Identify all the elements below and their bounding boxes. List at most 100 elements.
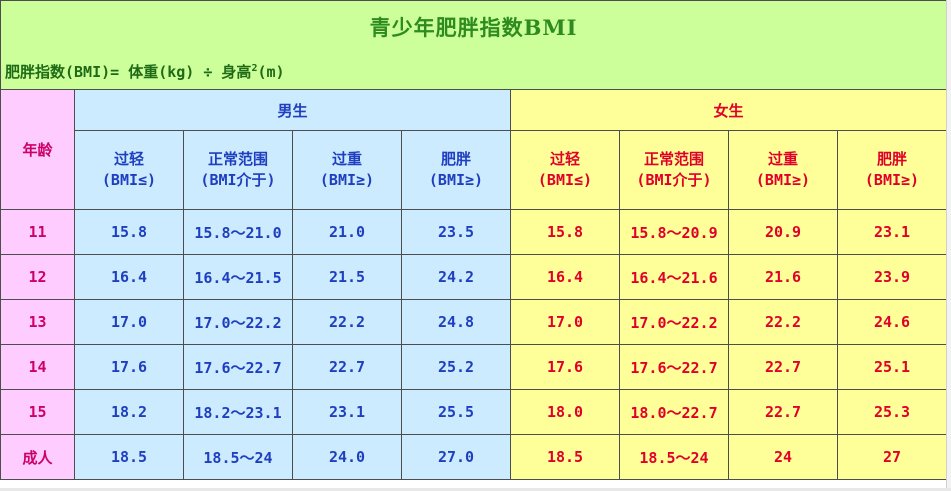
bmi-table: 青少年肥胖指数BMI 肥胖指数(BMI)= 体重(kg) ÷ 身高2(m) 年龄… [0, 0, 947, 480]
col-header-sub: (BMI介于) [636, 171, 712, 189]
table-row: 11 15.8 15.8～21.0 21.0 23.5 15.8 15.8～20.9 20.9… [0, 209, 947, 255]
col-header-sub: (BMI介于) [200, 171, 276, 189]
boy-value-cell[interactable]: 18.5～24 [183, 434, 293, 480]
column-header-row: 过轻 (BMI≤) 正常范围 (BMI介于) 过重 (BMI≥) 肥胖 (BMI≥) 过轻 (BM… [1, 130, 947, 210]
age-cell[interactable]: 15 [0, 389, 75, 435]
boy-value-cell[interactable]: 25.5 [401, 389, 511, 435]
boy-col-header[interactable]: 正常范围 (BMI介于) [183, 130, 293, 210]
girl-value-cell[interactable]: 22.7 [728, 389, 838, 435]
girl-value-cell[interactable]: 25.3 [837, 389, 947, 435]
girl-value-cell[interactable]: 17.0 [510, 299, 620, 345]
girl-value-cell[interactable]: 18.0～22.7 [619, 389, 729, 435]
col-header-sub: (BMI≤) [537, 171, 593, 189]
formula-main: 肥胖指数(BMI)= 体重(kg) ÷ 身高 [5, 62, 252, 81]
col-header-name: 过重 [767, 150, 798, 168]
col-header-name: 正常范围 [643, 150, 704, 168]
col-header-sub: (BMI≥) [755, 171, 811, 189]
girl-value-cell[interactable]: 16.4～21.6 [619, 254, 729, 300]
col-header-name: 肥胖 [876, 150, 907, 168]
girl-value-cell[interactable]: 17.6 [510, 344, 620, 390]
girl-group-header[interactable]: 女生 [510, 89, 947, 131]
boy-value-cell[interactable]: 17.0～22.2 [183, 299, 293, 345]
boy-value-cell[interactable]: 24.0 [292, 434, 402, 480]
girl-value-cell[interactable]: 18.0 [510, 389, 620, 435]
boy-value-cell[interactable]: 17.6 [74, 344, 184, 390]
boy-col-header[interactable]: 肥胖 (BMI≥) [401, 130, 511, 210]
age-cell[interactable]: 14 [0, 344, 75, 390]
col-header-sub: (BMI≥) [428, 171, 484, 189]
age-cell[interactable]: 11 [0, 209, 75, 255]
title-cell[interactable]: 青少年肥胖指数BMI [0, 0, 947, 53]
table-row: 15 18.2 18.2～23.1 23.1 25.5 18.0 18.0～22.7 22.7… [0, 389, 947, 435]
boy-value-cell[interactable]: 24.8 [401, 299, 511, 345]
girl-value-cell[interactable]: 23.9 [837, 254, 947, 300]
girl-value-cell[interactable]: 21.6 [728, 254, 838, 300]
formula-cell[interactable]: 肥胖指数(BMI)= 体重(kg) ÷ 身高2(m) [0, 53, 947, 90]
col-header-name: 肥胖 [440, 150, 471, 168]
boy-value-cell[interactable]: 23.5 [401, 209, 511, 255]
boy-value-cell[interactable]: 21.5 [292, 254, 402, 300]
boy-value-cell[interactable]: 16.4～21.5 [183, 254, 293, 300]
boy-col-header[interactable]: 过重 (BMI≥) [292, 130, 402, 210]
age-cell[interactable]: 13 [0, 299, 75, 345]
girl-value-cell[interactable]: 22.2 [728, 299, 838, 345]
boy-value-cell[interactable]: 18.5 [74, 434, 184, 480]
table-body: 11 15.8 15.8～21.0 21.0 23.5 15.8 15.8～20.9 20.9… [0, 209, 947, 480]
page-title: 青少年肥胖指数BMI [369, 15, 578, 40]
girl-value-cell[interactable]: 27 [837, 434, 947, 480]
girl-value-cell[interactable]: 22.7 [728, 344, 838, 390]
table-row: 成人 18.5 18.5～24 24.0 27.0 18.5 18.5～24 24 27 [0, 434, 947, 480]
girl-value-cell[interactable]: 15.8 [510, 209, 620, 255]
girl-value-cell[interactable]: 18.5～24 [619, 434, 729, 480]
boy-value-cell[interactable]: 17.0 [74, 299, 184, 345]
girl-col-header[interactable]: 正常范围 (BMI介于) [619, 130, 729, 210]
girl-value-cell[interactable]: 23.1 [837, 209, 947, 255]
group-header-row: 年龄 男生 女生 [0, 89, 947, 210]
vertical-scrollbar[interactable] [946, 0, 951, 491]
girl-col-header[interactable]: 肥胖 (BMI≥) [837, 130, 947, 210]
boy-value-cell[interactable]: 22.2 [292, 299, 402, 345]
girl-value-cell[interactable]: 20.9 [728, 209, 838, 255]
boy-group-header[interactable]: 男生 [74, 89, 511, 131]
boy-value-cell[interactable]: 18.2～23.1 [183, 389, 293, 435]
boy-value-cell[interactable]: 25.2 [401, 344, 511, 390]
girl-value-cell[interactable]: 25.1 [837, 344, 947, 390]
col-header-name: 过轻 [549, 150, 580, 168]
boy-value-cell[interactable]: 22.7 [292, 344, 402, 390]
girl-value-cell[interactable]: 17.0～22.2 [619, 299, 729, 345]
girl-value-cell[interactable]: 18.5 [510, 434, 620, 480]
boy-value-cell[interactable]: 21.0 [292, 209, 402, 255]
col-header-name: 正常范围 [207, 150, 268, 168]
table-row: 14 17.6 17.6～22.7 22.7 25.2 17.6 17.6～22.7 22.7… [0, 344, 947, 390]
spreadsheet: 青少年肥胖指数BMI 肥胖指数(BMI)= 体重(kg) ÷ 身高2(m) 年龄… [0, 0, 951, 491]
boy-value-cell[interactable]: 16.4 [74, 254, 184, 300]
boy-value-cell[interactable]: 24.2 [401, 254, 511, 300]
boy-value-cell[interactable]: 27.0 [401, 434, 511, 480]
girl-col-header[interactable]: 过轻 (BMI≤) [510, 130, 620, 210]
girl-value-cell[interactable]: 24.6 [837, 299, 947, 345]
girl-value-cell[interactable]: 24 [728, 434, 838, 480]
age-header[interactable]: 年龄 [0, 89, 75, 210]
col-header-sub: (BMI≤) [101, 171, 157, 189]
girl-value-cell[interactable]: 16.4 [510, 254, 620, 300]
formula-unit: (m) [257, 62, 285, 81]
table-row: 13 17.0 17.0～22.2 22.2 24.8 17.0 17.0～22.2 22.2… [0, 299, 947, 345]
girl-value-cell[interactable]: 17.6～22.7 [619, 344, 729, 390]
boy-value-cell[interactable]: 15.8 [74, 209, 184, 255]
boy-col-header[interactable]: 过轻 (BMI≤) [74, 130, 184, 210]
col-header-sub: (BMI≥) [319, 171, 375, 189]
bmi-formula: 肥胖指数(BMI)= 体重(kg) ÷ 身高2(m) [5, 63, 285, 81]
age-cell[interactable]: 12 [0, 254, 75, 300]
boy-value-cell[interactable]: 23.1 [292, 389, 402, 435]
boy-value-cell[interactable]: 17.6～22.7 [183, 344, 293, 390]
age-cell[interactable]: 成人 [0, 434, 75, 480]
boy-value-cell[interactable]: 15.8～21.0 [183, 209, 293, 255]
table-row: 12 16.4 16.4～21.5 21.5 24.2 16.4 16.4～21.6 21.6… [0, 254, 947, 300]
col-header-name: 过轻 [113, 150, 144, 168]
title-row: 青少年肥胖指数BMI [0, 0, 947, 53]
boy-value-cell[interactable]: 18.2 [74, 389, 184, 435]
girl-col-header[interactable]: 过重 (BMI≥) [728, 130, 838, 210]
girl-value-cell[interactable]: 15.8～20.9 [619, 209, 729, 255]
formula-row: 肥胖指数(BMI)= 体重(kg) ÷ 身高2(m) [0, 53, 947, 90]
col-header-sub: (BMI≥) [864, 171, 920, 189]
